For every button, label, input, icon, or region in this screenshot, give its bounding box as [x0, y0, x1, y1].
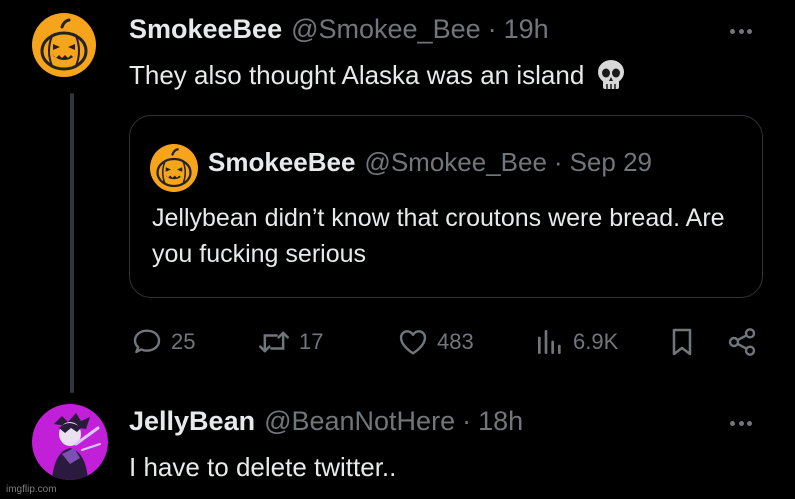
dot-icon [730, 420, 735, 426]
analytics-icon [538, 330, 561, 354]
avatar-smokeebee[interactable] [32, 13, 96, 77]
thread-connector-line [70, 93, 74, 393]
reply-author-handle[interactable]: @BeanNotHere [264, 406, 455, 437]
pumpkin-icon [32, 13, 96, 77]
jellybean-avatar-image [32, 404, 108, 480]
tweet-action-bar: 25 17 483 6.9K [129, 322, 769, 362]
quoted-tweet-text: Jellybean didn’t know that croutons were… [152, 204, 725, 268]
dot-icon [730, 28, 735, 34]
avatar-jellybean[interactable] [32, 404, 108, 480]
heart-icon [399, 330, 427, 355]
dot-icon [738, 420, 744, 426]
bookmark-button[interactable] [666, 326, 698, 358]
quoted-tweet-time: Sep 29 [569, 147, 652, 177]
author-handle[interactable]: @Smokee_Bee [291, 14, 481, 45]
like-count: 483 [437, 329, 474, 354]
like-button[interactable]: 483 [397, 326, 474, 358]
author-name[interactable]: SmokeeBee [129, 14, 282, 45]
quoted-tweet-card[interactable]: SmokeeBee @Smokee_Bee · Sep 29 Jellybean… [129, 115, 763, 298]
separator-dot: · [553, 147, 563, 177]
reply-time[interactable]: 18h [478, 406, 523, 437]
reply-author-name[interactable]: JellyBean [129, 406, 255, 437]
reply-more-options-button[interactable] [726, 413, 756, 433]
share-icon [728, 328, 756, 356]
bookmark-icon [672, 328, 692, 356]
views-button[interactable]: 6.9K [535, 326, 618, 358]
tweet-time[interactable]: 19h [504, 14, 549, 45]
imgflip-watermark: imgflip.com [6, 484, 57, 495]
reply-text: I have to delete twitter.. [129, 452, 397, 482]
share-button[interactable] [726, 326, 758, 358]
tweet-text: They also thought Alaska was an island [129, 59, 585, 90]
dot-icon [738, 28, 744, 34]
dot-icon [747, 420, 752, 426]
tweet-header: SmokeeBee @Smokee_Bee · 19h [129, 14, 549, 45]
tweet-text-row: They also thought Alaska was an island [129, 58, 628, 92]
quoted-avatar-smokeebee [150, 144, 198, 192]
reply-icon [133, 329, 161, 354]
reply-button[interactable]: 25 [131, 326, 195, 358]
view-count: 6.9K [573, 329, 619, 354]
quoted-tweet-header: SmokeeBee @Smokee_Bee · Sep 29 [208, 147, 652, 178]
repost-button[interactable]: 17 [257, 326, 323, 358]
quoted-author-handle: @Smokee_Bee [364, 147, 547, 177]
skull-icon [598, 60, 625, 89]
repost-count: 17 [299, 329, 324, 354]
repost-icon [259, 331, 289, 353]
reply-header: JellyBean @BeanNotHere · 18h [129, 406, 523, 437]
pumpkin-icon [150, 144, 198, 192]
quoted-author-name: SmokeeBee [208, 147, 356, 177]
reply-count: 25 [171, 329, 196, 354]
separator-dot: · [462, 406, 472, 436]
dot-icon [747, 28, 752, 34]
more-options-button[interactable] [726, 21, 756, 41]
separator-dot: · [487, 14, 497, 44]
